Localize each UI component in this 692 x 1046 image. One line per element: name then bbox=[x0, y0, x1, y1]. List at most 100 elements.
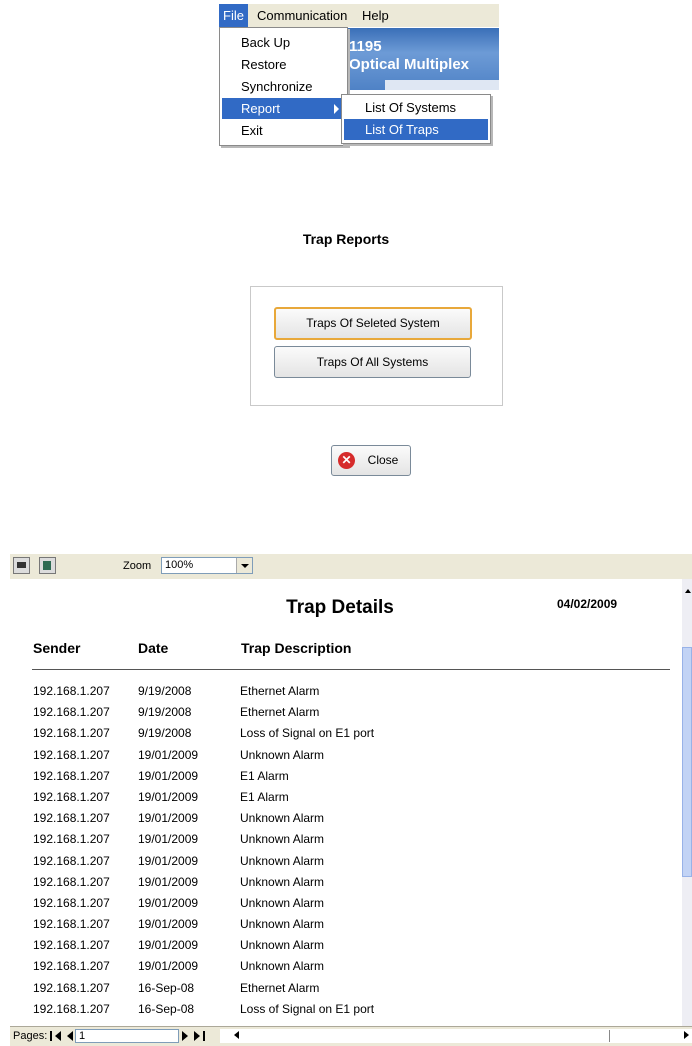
pager-bar: Pages: 1 bbox=[10, 1026, 692, 1046]
menu-item-synchronize[interactable]: Synchronize bbox=[222, 76, 345, 97]
vertical-scrollbar[interactable] bbox=[682, 579, 692, 1026]
menu-item-exit[interactable]: Exit bbox=[222, 120, 345, 141]
menu-item-report-label: Report bbox=[241, 101, 281, 116]
cell-date: 19/01/2009 bbox=[138, 747, 199, 762]
banner-model: 1195 bbox=[349, 38, 382, 55]
cell-sender: 192.168.1.207 bbox=[33, 747, 110, 762]
zoom-select[interactable]: 100% bbox=[161, 557, 253, 574]
cell-sender: 192.168.1.207 bbox=[33, 789, 110, 804]
horizontal-scrollbar[interactable] bbox=[220, 1029, 692, 1043]
cell-description: Loss of Signal on E1 port bbox=[240, 1001, 375, 1016]
traps-of-selected-system-button[interactable]: Traps Of Seleted System bbox=[274, 307, 472, 340]
menu-item-restore[interactable]: Restore bbox=[222, 54, 345, 75]
app-banner: 1195 Optical Multiplex bbox=[345, 28, 499, 90]
menu-item-list-of-systems[interactable]: List Of Systems bbox=[344, 97, 488, 118]
cell-description: Unknown Alarm bbox=[240, 917, 325, 932]
pages-label: Pages: bbox=[13, 1030, 48, 1042]
report-date: 04/02/2009 bbox=[557, 597, 618, 611]
menu-communication[interactable]: Communication bbox=[253, 4, 351, 27]
page-number-input[interactable]: 1 bbox=[75, 1029, 179, 1043]
close-icon: ✕ bbox=[338, 452, 355, 469]
cell-description: Loss of Signal on E1 port bbox=[240, 726, 375, 741]
cell-sender: 192.168.1.207 bbox=[33, 895, 110, 910]
table-row: 192.168.1.207 9/19/2008 Loss of Signal on … bbox=[10, 726, 682, 747]
cell-description: Unknown Alarm bbox=[240, 874, 325, 889]
table-row: 192.168.1.207 9/19/2008 Ethernet Alarm bbox=[10, 684, 682, 705]
cell-date: 16-Sep-08 bbox=[138, 1001, 195, 1016]
cell-date: 16-Sep-08 bbox=[138, 980, 195, 995]
cell-date: 19/01/2009 bbox=[138, 874, 199, 889]
report-submenu: List Of Systems List Of Traps bbox=[341, 94, 491, 144]
table-row: 192.168.1.207 9/19/2008 Ethernet Alarm bbox=[10, 705, 682, 726]
menu-panel: File Communication Help 1195 Optical Mul… bbox=[219, 4, 499, 146]
cell-date: 19/01/2009 bbox=[138, 811, 199, 826]
header-divider bbox=[32, 669, 670, 670]
table-row: 192.168.1.207 19/01/2009 Unknown Alarm bbox=[10, 917, 682, 938]
cell-sender: 192.168.1.207 bbox=[33, 1001, 110, 1016]
menu-item-backup[interactable]: Back Up bbox=[222, 32, 345, 53]
menu-help[interactable]: Help bbox=[358, 4, 393, 27]
column-header-date: Date bbox=[138, 640, 169, 656]
table-row: 192.168.1.207 16-Sep-08 Loss of Signal on … bbox=[10, 1002, 682, 1023]
scroll-thumb[interactable] bbox=[682, 647, 692, 877]
cell-description: Ethernet Alarm bbox=[240, 980, 320, 995]
table-row: 192.168.1.207 19/01/2009 Unknown Alarm bbox=[10, 748, 682, 769]
cell-sender: 192.168.1.207 bbox=[33, 874, 110, 889]
export-icon[interactable] bbox=[39, 557, 56, 574]
table-row: 192.168.1.207 19/01/2009 Unknown Alarm bbox=[10, 938, 682, 959]
cell-description: Unknown Alarm bbox=[240, 938, 325, 953]
chevron-down-icon[interactable] bbox=[236, 558, 252, 573]
trap-rows: 192.168.1.207 9/19/2008 Ethernet Alarm 192.… bbox=[10, 684, 682, 1023]
scroll-up-icon[interactable] bbox=[685, 589, 691, 593]
column-header-description: Trap Description bbox=[241, 640, 352, 656]
close-button[interactable]: ✕ Close bbox=[331, 445, 411, 476]
horizontal-scroll-thumb[interactable] bbox=[244, 1030, 610, 1042]
cell-sender: 192.168.1.207 bbox=[33, 726, 110, 741]
table-row: 192.168.1.207 19/01/2009 E1 Alarm bbox=[10, 790, 682, 811]
cell-description: Unknown Alarm bbox=[240, 895, 325, 910]
table-row: 192.168.1.207 19/01/2009 Unknown Alarm bbox=[10, 832, 682, 853]
file-menu-dropdown: Back Up Restore Synchronize Report Exit bbox=[219, 27, 348, 146]
close-button-label: Close bbox=[367, 453, 399, 467]
banner-field bbox=[385, 80, 499, 90]
table-row: 192.168.1.207 19/01/2009 Unknown Alarm bbox=[10, 875, 682, 896]
next-page-icon[interactable] bbox=[182, 1030, 193, 1042]
zoom-label: Zoom bbox=[123, 560, 152, 572]
cell-date: 19/01/2009 bbox=[138, 895, 199, 910]
scroll-right-icon[interactable] bbox=[684, 1031, 689, 1039]
cell-date: 19/01/2009 bbox=[138, 853, 199, 868]
cell-sender: 192.168.1.207 bbox=[33, 811, 110, 826]
cell-date: 19/01/2009 bbox=[138, 768, 199, 783]
traps-of-all-systems-button[interactable]: Traps Of All Systems bbox=[274, 346, 471, 378]
table-row: 192.168.1.207 19/01/2009 Unknown Alarm bbox=[10, 811, 682, 832]
banner-product: Optical Multiplex bbox=[349, 56, 470, 73]
submenu-arrow-icon bbox=[334, 104, 339, 114]
previous-page-icon[interactable] bbox=[62, 1030, 73, 1042]
cell-description: Ethernet Alarm bbox=[240, 684, 320, 698]
report-page: Trap Details 04/02/2009 Sender Date Trap… bbox=[10, 579, 682, 1026]
menu-item-list-of-traps[interactable]: List Of Traps bbox=[344, 119, 488, 140]
cell-sender: 192.168.1.207 bbox=[33, 853, 110, 868]
scroll-left-icon[interactable] bbox=[234, 1031, 239, 1039]
cell-sender: 192.168.1.207 bbox=[33, 938, 110, 953]
cell-date: 19/01/2009 bbox=[138, 832, 199, 847]
print-icon[interactable] bbox=[13, 557, 30, 574]
cell-sender: 192.168.1.207 bbox=[33, 917, 110, 932]
cell-date: 19/01/2009 bbox=[138, 917, 199, 932]
zoom-value: 100% bbox=[165, 559, 194, 571]
cell-sender: 192.168.1.207 bbox=[33, 705, 110, 720]
cell-sender: 192.168.1.207 bbox=[33, 959, 110, 974]
cell-description: Unknown Alarm bbox=[240, 747, 325, 762]
table-row: 192.168.1.207 19/01/2009 Unknown Alarm bbox=[10, 896, 682, 917]
table-row: 192.168.1.207 19/01/2009 E1 Alarm bbox=[10, 769, 682, 790]
menu-item-report[interactable]: Report bbox=[222, 98, 345, 119]
cell-description: Unknown Alarm bbox=[240, 811, 325, 826]
table-row: 192.168.1.207 16-Sep-08 Ethernet Alarm bbox=[10, 981, 682, 1002]
table-row: 192.168.1.207 19/01/2009 Unknown Alarm bbox=[10, 854, 682, 875]
cell-date: 9/19/2008 bbox=[138, 705, 192, 720]
first-page-icon[interactable] bbox=[50, 1030, 61, 1042]
menu-file[interactable]: File bbox=[219, 4, 248, 27]
cell-sender: 192.168.1.207 bbox=[33, 684, 110, 698]
last-page-icon[interactable] bbox=[194, 1030, 205, 1042]
cell-description: Ethernet Alarm bbox=[240, 705, 320, 720]
